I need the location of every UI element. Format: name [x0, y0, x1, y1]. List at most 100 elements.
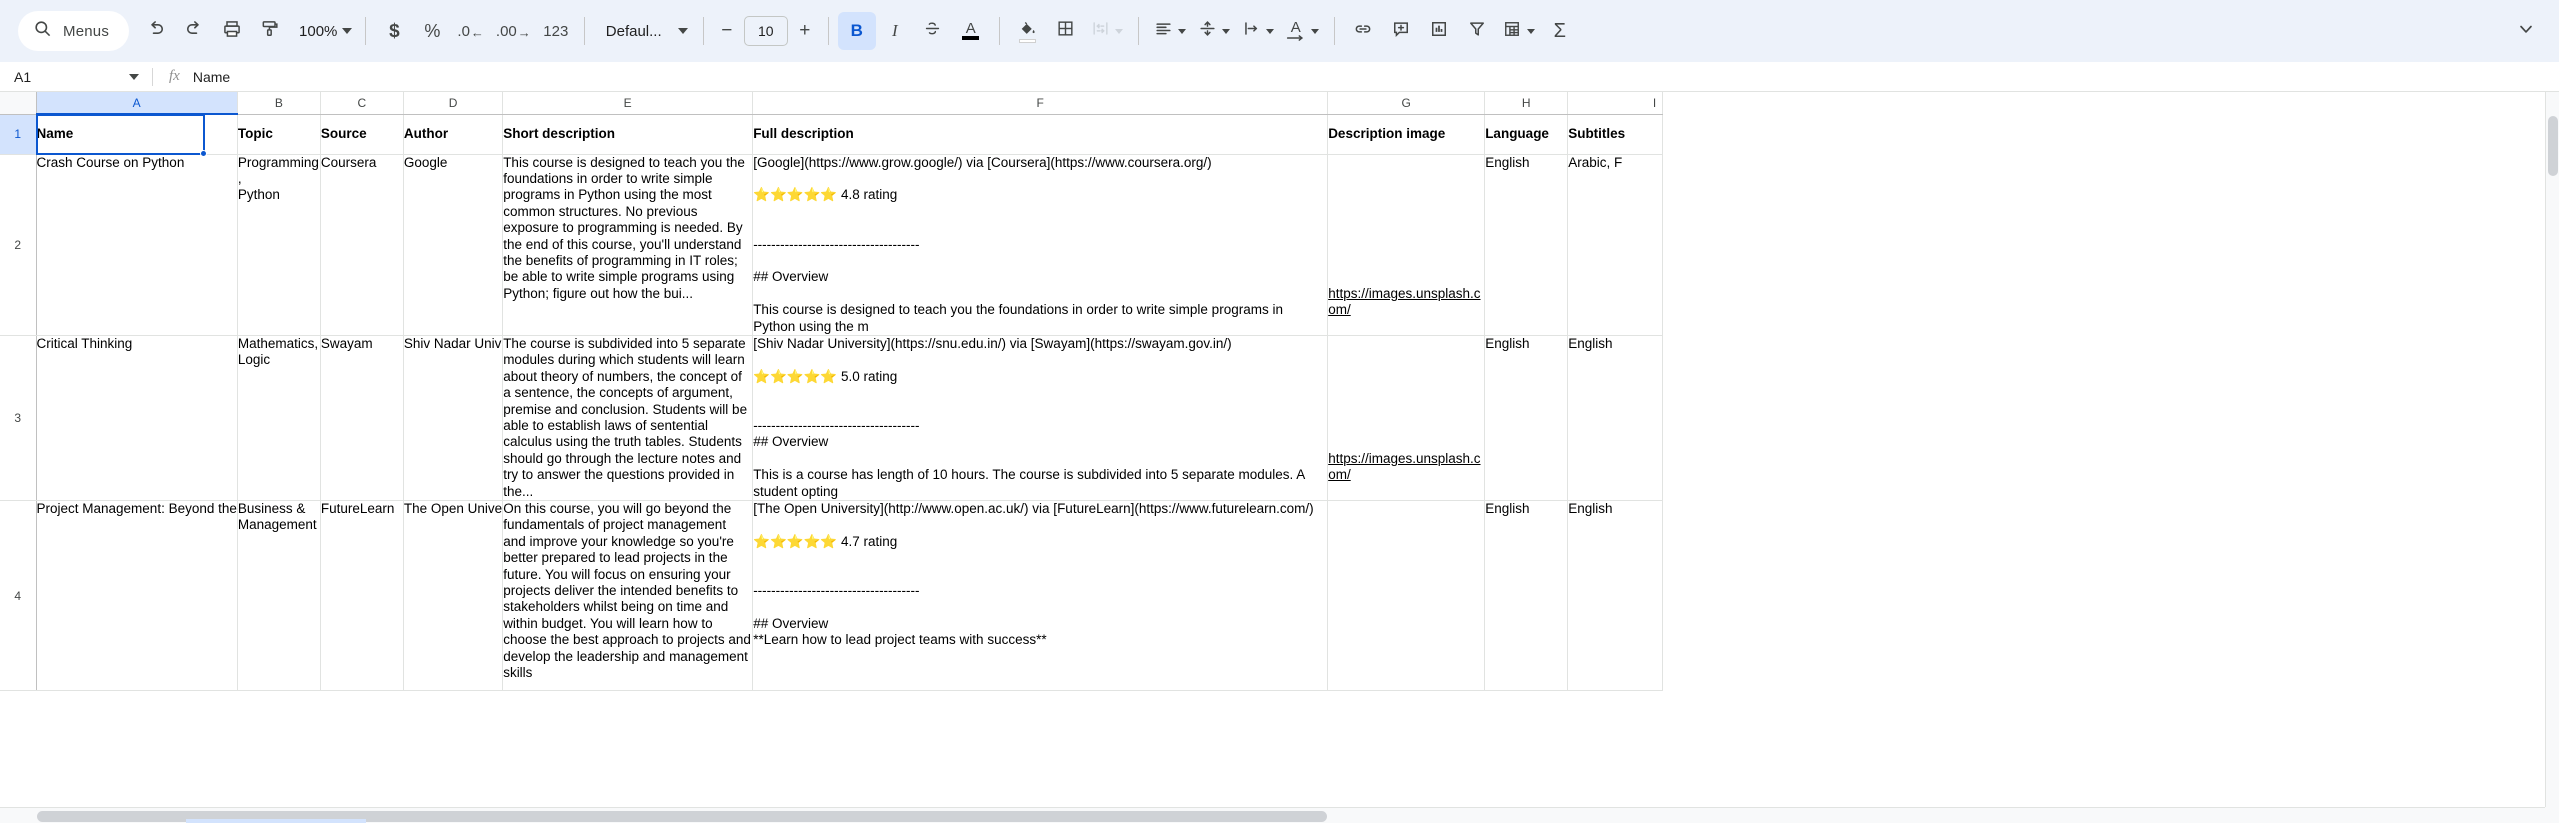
cell-b4[interactable]: Business & Management: [237, 500, 321, 692]
italic-button[interactable]: I: [876, 12, 914, 50]
menus-search-button[interactable]: Menus: [18, 11, 130, 51]
row-header-3[interactable]: 3: [0, 335, 37, 502]
cell-b3[interactable]: Mathematics, Logic: [237, 335, 321, 502]
cell-f1[interactable]: Full description: [752, 114, 1329, 155]
collapse-toolbar-button[interactable]: [2507, 12, 2545, 50]
column-header-i[interactable]: I: [1567, 92, 1664, 115]
cell-a4[interactable]: Project Management: Beyond the: [36, 500, 238, 692]
strikethrough-button[interactable]: [914, 12, 952, 50]
cell-d2[interactable]: Google: [403, 154, 504, 336]
chevron-down-icon: [1265, 28, 1274, 34]
functions-button[interactable]: Σ: [1541, 12, 1579, 50]
cell-e2[interactable]: This course is designed to teach you the…: [502, 154, 754, 336]
column-header-b[interactable]: B: [237, 92, 321, 115]
cell-i1[interactable]: Subtitles: [1567, 114, 1664, 155]
cell-i4[interactable]: English: [1567, 500, 1664, 692]
borders-button[interactable]: [1047, 12, 1085, 50]
cell-c4[interactable]: FutureLearn: [320, 500, 404, 692]
cell-e3[interactable]: The course is subdivided into 5 separate…: [502, 335, 754, 502]
bold-button[interactable]: B: [837, 12, 876, 50]
cell-d3[interactable]: Shiv Nadar Univ: [403, 335, 504, 502]
decrease-font-size-button[interactable]: −: [713, 16, 741, 46]
print-button[interactable]: [213, 12, 251, 50]
text-wrapping-button[interactable]: [1236, 12, 1280, 50]
cell-h3[interactable]: English: [1484, 335, 1569, 502]
font-family-selector[interactable]: Defaul...: [594, 12, 694, 50]
cell-d1[interactable]: Author: [403, 114, 504, 155]
percent-format-button[interactable]: %: [413, 12, 451, 50]
cell-g1[interactable]: Description image: [1327, 114, 1486, 155]
sheet-tab-indicator[interactable]: [186, 819, 366, 823]
cell-a3[interactable]: Critical Thinking: [36, 335, 238, 502]
column-header-h[interactable]: H: [1484, 92, 1569, 115]
cell-c3[interactable]: Swayam: [320, 335, 404, 502]
fill-color-button[interactable]: [1009, 12, 1047, 50]
column-header-g[interactable]: G: [1327, 92, 1486, 115]
cell-a2[interactable]: Crash Course on Python: [36, 154, 238, 336]
cell-i2[interactable]: Arabic, F: [1567, 154, 1664, 336]
horizontal-align-button[interactable]: [1148, 12, 1192, 50]
cell-c2[interactable]: Coursera: [320, 154, 404, 336]
description-image-link[interactable]: https://images.unsplash.com/: [1328, 286, 1480, 317]
cell-g3[interactable]: https://images.unsplash.com/: [1327, 335, 1486, 502]
cell-d4[interactable]: The Open Unive: [403, 500, 504, 692]
cell-h2[interactable]: English: [1484, 154, 1569, 336]
paint-format-button[interactable]: [251, 12, 289, 50]
vertical-align-icon: [1198, 19, 1217, 43]
cell-h4[interactable]: English: [1484, 500, 1569, 692]
insert-comment-icon: [1391, 19, 1411, 44]
text-color-button[interactable]: A: [952, 12, 990, 50]
insert-comment-button[interactable]: [1382, 12, 1420, 50]
table-row: 1 Name Topic Source Author Short descrip…: [0, 114, 1664, 155]
cell-f2[interactable]: [Google](https://www.grow.google/) via […: [752, 154, 1329, 336]
column-header-f[interactable]: F: [752, 92, 1329, 115]
currency-format-button[interactable]: $: [375, 12, 413, 50]
divider: [827, 17, 829, 45]
cell-b1[interactable]: Topic: [237, 114, 321, 155]
description-image-link[interactable]: https://images.unsplash.com/: [1328, 451, 1480, 482]
decrease-decimal-button[interactable]: .0 ←: [451, 12, 490, 50]
zoom-value: 100%: [299, 22, 338, 40]
row-header-4[interactable]: 4: [0, 500, 37, 692]
cell-a1[interactable]: Name: [36, 114, 238, 155]
cell-e1[interactable]: Short description: [502, 114, 754, 155]
text-rotation-button[interactable]: A: [1280, 12, 1325, 50]
cell-f4[interactable]: [The Open University](http://www.open.ac…: [752, 500, 1329, 692]
cell-e4[interactable]: On this course, you will go beyond the f…: [502, 500, 754, 692]
increase-decimal-button[interactable]: .00 →: [490, 12, 537, 50]
merge-cells-button[interactable]: [1085, 12, 1129, 50]
formula-input[interactable]: [192, 62, 2559, 91]
vertical-scrollbar[interactable]: [2545, 92, 2559, 823]
column-header-c[interactable]: C: [320, 92, 404, 115]
font-size-input[interactable]: [743, 16, 788, 46]
cell-c1[interactable]: Source: [320, 114, 404, 155]
horizontal-scrollbar[interactable]: [0, 807, 2545, 823]
vertical-align-button[interactable]: [1192, 12, 1236, 50]
column-header-e[interactable]: E: [502, 92, 754, 115]
row-header-1[interactable]: 1: [0, 114, 37, 155]
pivot-table-button[interactable]: [1496, 12, 1541, 50]
increase-font-size-button[interactable]: +: [791, 16, 819, 46]
name-box[interactable]: A1: [0, 62, 152, 91]
redo-button[interactable]: [175, 12, 213, 50]
undo-button[interactable]: [137, 12, 175, 50]
percent-label: %: [424, 21, 441, 41]
cell-h1[interactable]: Language: [1484, 114, 1569, 155]
cell-g4[interactable]: [1327, 500, 1486, 692]
cell-g2[interactable]: https://images.unsplash.com/: [1327, 154, 1486, 336]
more-formats-button[interactable]: 123: [537, 12, 575, 50]
row-header-2[interactable]: 2: [0, 154, 37, 336]
column-header-a[interactable]: A: [36, 92, 238, 115]
insert-chart-button[interactable]: [1420, 12, 1458, 50]
create-filter-button[interactable]: [1458, 12, 1496, 50]
cell-i3[interactable]: English: [1567, 335, 1664, 502]
select-all-corner[interactable]: [0, 92, 37, 115]
insert-link-button[interactable]: [1344, 12, 1382, 50]
zoom-selector[interactable]: 100%: [289, 12, 356, 50]
column-header-d[interactable]: D: [403, 92, 504, 115]
font-size-stepper[interactable]: − +: [713, 16, 819, 46]
spreadsheet-grid: A B C D E F G H I 1 Name Topic Source Au…: [0, 92, 2559, 823]
cell-f3[interactable]: [Shiv Nadar University](https://snu.edu.…: [752, 335, 1329, 502]
vertical-scrollbar-thumb[interactable]: [2548, 116, 2558, 176]
cell-b2[interactable]: Programming, Python: [237, 154, 321, 336]
